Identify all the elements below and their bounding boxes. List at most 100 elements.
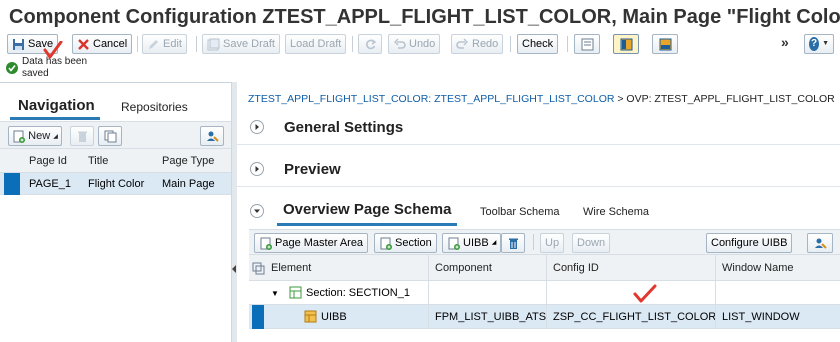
navigation-toolbar: New ◢: [0, 121, 231, 149]
success-icon: [6, 62, 18, 74]
column-header-page-id[interactable]: Page Id: [29, 155, 67, 167]
column-header-title[interactable]: Title: [88, 155, 108, 167]
page-table-header: Page Id Title Page Type: [0, 149, 231, 173]
new-label: New: [28, 130, 51, 142]
section-divider: [237, 186, 840, 187]
new-document-icon: [12, 130, 26, 143]
preview-header[interactable]: Preview: [250, 157, 341, 181]
move-up-button[interactable]: Up: [540, 233, 565, 253]
breadcrumb: ZTEST_APPL_FLIGHT_LIST_COLOR: ZTEST_APPL…: [248, 93, 835, 105]
refresh-button[interactable]: [358, 34, 382, 54]
cell-title: Flight Color: [88, 178, 145, 190]
edit-button[interactable]: Edit: [142, 34, 187, 54]
column-divider: [428, 255, 429, 281]
personalize-button[interactable]: [807, 233, 833, 253]
expand-icon[interactable]: [250, 162, 264, 176]
column-header-config-id[interactable]: Config ID: [553, 262, 599, 274]
vertical-split-layout-icon: [620, 38, 633, 51]
save-draft-label: Save Draft: [223, 38, 275, 50]
layout-horizontal-split-button[interactable]: [652, 34, 678, 54]
cell-config-id: ZSP_CC_FLIGHT_LIST_COLOR: [553, 311, 717, 323]
add-uibb-button[interactable]: UIBB ◢: [442, 233, 502, 253]
layout-vertical-split-button[interactable]: [613, 34, 639, 54]
save-draft-button[interactable]: Save Draft: [202, 34, 280, 54]
cancel-button[interactable]: Cancel: [72, 34, 133, 54]
toolbar-separator: [196, 36, 197, 52]
table-row[interactable]: ▼ Section: SECTION_1: [249, 281, 840, 305]
navigation-tabs: Navigation Repositories: [0, 83, 231, 120]
page-master-area-button[interactable]: Page Master Area: [254, 233, 369, 253]
redo-icon: [456, 38, 469, 51]
undo-button[interactable]: Undo: [388, 34, 441, 54]
section-divider: [237, 144, 840, 145]
column-divider: [428, 305, 429, 329]
column-header-element[interactable]: Element: [271, 262, 311, 274]
delete-element-button[interactable]: [501, 233, 525, 253]
add-document-icon: [447, 237, 460, 250]
load-draft-label: Load Draft: [290, 38, 342, 50]
tab-navigation[interactable]: Navigation: [18, 97, 95, 114]
column-divider: [715, 255, 716, 281]
edit-label: Edit: [163, 38, 182, 50]
tab-toolbar-schema[interactable]: Toolbar Schema: [480, 206, 560, 218]
up-label: Up: [545, 237, 560, 249]
collapse-icon[interactable]: [250, 204, 264, 218]
add-section-button[interactable]: Section: [374, 233, 437, 253]
copy-icon: [104, 130, 117, 143]
check-button[interactable]: Check: [517, 34, 559, 54]
tab-overview-page-schema[interactable]: Overview Page Schema: [283, 201, 451, 218]
horizontal-split-layout-icon: [659, 38, 672, 51]
more-actions-button[interactable]: »: [781, 34, 789, 50]
redo-label: Redo: [472, 38, 499, 50]
expand-icon[interactable]: [250, 120, 264, 134]
page-title: Component Configuration ZTEST_APPL_FLIGH…: [9, 6, 840, 28]
uibb-label: UIBB: [463, 237, 489, 249]
general-settings-header[interactable]: General Settings: [250, 115, 403, 139]
tab-repositories[interactable]: Repositories: [121, 100, 188, 114]
trash-icon: [76, 130, 89, 143]
copy-button[interactable]: [98, 126, 122, 146]
cancel-label: Cancel: [93, 38, 128, 50]
row-selector[interactable]: [252, 305, 264, 329]
collapse-arrow-icon[interactable]: [232, 265, 236, 273]
column-divider: [428, 281, 429, 305]
table-settings-icon[interactable]: [252, 262, 265, 275]
undo-label: Undo: [409, 38, 436, 50]
section-title-general-settings: General Settings: [284, 118, 404, 136]
column-header-component[interactable]: Component: [435, 262, 492, 274]
expand-arrow-icon[interactable]: ▼: [271, 289, 279, 298]
cell-page-type: Main Page: [162, 178, 215, 190]
cell-element: Section: SECTION_1: [306, 287, 410, 299]
table-row[interactable]: PAGE_1 Flight Color Main Page: [0, 173, 231, 195]
configure-uibb-button[interactable]: Configure UIBB: [706, 233, 793, 253]
row-selector[interactable]: [4, 173, 20, 195]
layout-single-button[interactable]: [574, 34, 600, 54]
single-panel-layout-icon: [581, 38, 594, 51]
main-toolbar: Save Cancel Edit Save Draft Load Draft U…: [0, 32, 840, 59]
column-divider: [715, 305, 716, 329]
personalize-button[interactable]: [200, 126, 224, 146]
delete-button[interactable]: [70, 126, 94, 146]
help-button[interactable]: ? ▼: [804, 34, 834, 54]
column-header-window-name[interactable]: Window Name: [722, 262, 794, 274]
move-down-button[interactable]: Down: [572, 233, 611, 253]
column-divider: [546, 305, 547, 329]
toolbar-separator: [567, 36, 568, 52]
breadcrumb-link[interactable]: ZTEST_APPL_FLIGHT_LIST_COLOR: ZTEST_APPL…: [248, 93, 614, 105]
uibb-icon: [304, 310, 317, 323]
toolbar-separator: [510, 36, 511, 52]
redo-button[interactable]: Redo: [451, 34, 504, 54]
column-header-page-type[interactable]: Page Type: [162, 155, 214, 167]
dropdown-corner-icon: ◢: [491, 240, 497, 246]
toolbar-separator: [137, 36, 138, 52]
down-label: Down: [577, 237, 606, 249]
tab-wire-schema[interactable]: Wire Schema: [583, 206, 649, 218]
column-divider: [546, 255, 547, 281]
editor-panel: ZTEST_APPL_FLIGHT_LIST_COLOR: ZTEST_APPL…: [237, 82, 840, 342]
new-button[interactable]: New ◢: [8, 126, 62, 146]
cell-element: UIBB: [321, 311, 347, 323]
table-row[interactable]: UIBB FPM_LIST_UIBB_ATS ZSP_CC_FLIGHT_LIS…: [249, 305, 840, 329]
load-draft-button[interactable]: Load Draft: [285, 34, 347, 54]
pencil-icon: [147, 38, 160, 51]
check-label: Check: [522, 38, 554, 50]
